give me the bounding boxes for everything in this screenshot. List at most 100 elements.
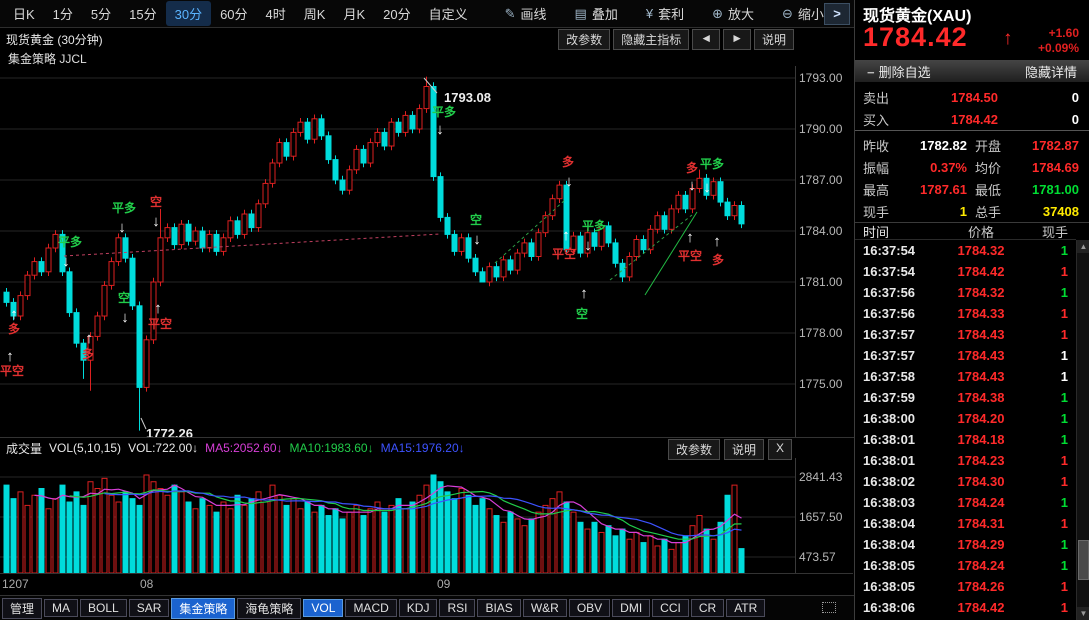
table-row[interactable]: 16:38:001784.201 — [855, 408, 1076, 429]
timeframe-20分[interactable]: 20分 — [374, 1, 419, 26]
volume-change-params-button[interactable]: 改参数 — [668, 439, 720, 460]
stat-value: 0.37% — [895, 160, 967, 175]
tab-W&R[interactable]: W&R — [523, 599, 567, 617]
timeframe-周K[interactable]: 周K — [295, 1, 335, 26]
svg-text:1793.00: 1793.00 — [799, 71, 843, 85]
table-row[interactable]: 16:38:021784.301 — [855, 471, 1076, 492]
stat-value: 1782.82 — [895, 138, 967, 153]
stat-value: 1 — [895, 204, 967, 219]
timeframe-4时[interactable]: 4时 — [257, 1, 295, 26]
trade-price: 1784.29 — [937, 537, 1025, 552]
remove-watchlist-button[interactable]: −删除自选 — [867, 62, 931, 81]
svg-text:平多: 平多 — [112, 200, 136, 215]
tab-KDJ[interactable]: KDJ — [399, 599, 438, 617]
timeframe-1分[interactable]: 1分 — [44, 1, 82, 26]
stat-value: 1784.69 — [1007, 160, 1079, 175]
table-row[interactable]: 16:37:571784.431 — [855, 345, 1076, 366]
tab-MA[interactable]: MA — [44, 599, 78, 617]
table-row[interactable]: 16:37:541784.421 — [855, 261, 1076, 282]
tab-集金策略[interactable]: 集金策略 — [171, 598, 235, 619]
stat-value: 1781.00 — [1007, 182, 1079, 197]
volume-ma5-value: MA5:2052.60↓ — [205, 441, 282, 455]
tab-CR[interactable]: CR — [691, 599, 724, 617]
svg-text:↓: ↓ — [473, 231, 481, 248]
timeframe-月K[interactable]: 月K — [334, 1, 374, 26]
volume-chart[interactable]: 2841.431657.50473.5712070809 — [0, 458, 853, 595]
table-row[interactable]: 16:37:581784.431 — [855, 366, 1076, 387]
trade-time: 16:38:06 — [855, 600, 937, 615]
tab-CCI[interactable]: CCI — [652, 599, 689, 617]
tab-管理[interactable]: 管理 — [2, 598, 42, 619]
chart-next-arrow-button[interactable]: ► — [723, 29, 751, 50]
tab-VOL[interactable]: VOL — [303, 599, 343, 617]
scroll-down-icon[interactable]: ▼ — [1077, 607, 1089, 620]
timeframe-15分[interactable]: 15分 — [120, 1, 165, 26]
tab-ATR[interactable]: ATR — [726, 599, 765, 617]
trade-price: 1784.31 — [937, 516, 1025, 531]
table-row[interactable]: 16:37:571784.431 — [855, 324, 1076, 345]
bid-ask-row: 买入1784.420 — [855, 108, 1089, 130]
tab-海龟策略[interactable]: 海龟策略 — [237, 598, 301, 619]
tool-draw-line[interactable]: ✎画线 — [495, 1, 557, 26]
table-row[interactable]: 16:38:031784.241 — [855, 492, 1076, 513]
stat-label: 最低 — [967, 180, 1007, 199]
chart-change-params-button[interactable]: 改参数 — [558, 29, 610, 50]
table-row[interactable]: 16:37:561784.321 — [855, 282, 1076, 303]
tool-arbitrage[interactable]: ¥套利 — [636, 1, 694, 26]
tab-BIAS[interactable]: BIAS — [477, 599, 520, 617]
trade-qty: 1 — [1025, 558, 1076, 573]
volume-ma10-value: MA10:1983.60↓ — [290, 441, 374, 455]
tab-SAR[interactable]: SAR — [129, 599, 170, 617]
toolbar-expand-button[interactable]: > — [824, 3, 850, 25]
table-row[interactable]: 16:38:051784.241 — [855, 555, 1076, 576]
table-row[interactable]: 16:38:041784.311 — [855, 513, 1076, 534]
price-chart[interactable]: 1793.001790.001787.001784.001781.001778.… — [0, 66, 853, 437]
volume-close-button[interactable]: X — [768, 439, 792, 460]
svg-text:1787.00: 1787.00 — [799, 173, 843, 187]
trade-qty: 1 — [1025, 306, 1076, 321]
tab-DMI[interactable]: DMI — [612, 599, 650, 617]
tool-group: ✎画线▤叠加¥套利⊕放大⊖缩小 — [487, 1, 834, 26]
timeframe-30分[interactable]: 30分 — [166, 1, 211, 26]
table-col-header: 时间 — [855, 222, 937, 239]
chart-hide-main-indicator-button[interactable]: 隐藏主指标 — [613, 29, 689, 50]
svg-text:多: 多 — [8, 321, 20, 336]
trade-time: 16:38:04 — [855, 537, 937, 552]
table-row[interactable]: 16:37:541784.321 — [855, 240, 1076, 261]
timeframe-5分[interactable]: 5分 — [82, 1, 120, 26]
bid-ask-row: 卖出1784.500 — [855, 86, 1089, 108]
table-scrollbar[interactable]: ▲ ▼ — [1076, 240, 1089, 620]
panel-layout-icon[interactable] — [822, 602, 836, 613]
table-row[interactable]: 16:38:051784.261 — [855, 576, 1076, 597]
table-row[interactable]: 16:38:011784.181 — [855, 429, 1076, 450]
tab-OBV[interactable]: OBV — [569, 599, 610, 617]
stat-label: 开盘 — [967, 136, 1007, 155]
hide-details-button[interactable]: 隐藏详情 — [1025, 62, 1077, 81]
table-row[interactable]: 16:38:011784.231 — [855, 450, 1076, 471]
tab-BOLL[interactable]: BOLL — [80, 599, 127, 617]
layers-icon: ▤ — [575, 6, 587, 22]
trade-price: 1784.24 — [937, 558, 1025, 573]
stats-grid: 昨收1782.82开盘1782.87振幅0.37%均价1784.69最高1787… — [855, 134, 1089, 223]
table-row[interactable]: 16:38:061784.421 — [855, 597, 1076, 618]
volume-help-button[interactable]: 说明 — [724, 439, 764, 460]
timeframe-日K[interactable]: 日K — [4, 1, 44, 26]
table-row[interactable]: 16:37:561784.331 — [855, 303, 1076, 324]
chart-prev-arrow-button[interactable]: ◄ — [692, 29, 720, 50]
tab-MACD[interactable]: MACD — [345, 599, 396, 617]
scroll-up-icon[interactable]: ▲ — [1077, 240, 1089, 253]
trade-qty: 1 — [1025, 327, 1076, 342]
tab-RSI[interactable]: RSI — [439, 599, 475, 617]
timeframe-60分[interactable]: 60分 — [211, 1, 256, 26]
timeframe-自定义[interactable]: 自定义 — [420, 1, 477, 26]
tool-overlay[interactable]: ▤叠加 — [565, 1, 628, 26]
table-row[interactable]: 16:38:041784.291 — [855, 534, 1076, 555]
svg-text:平空: 平空 — [552, 246, 576, 261]
stats-row: 现手1总手37408 — [855, 200, 1089, 222]
chart-help-button[interactable]: 说明 — [754, 29, 794, 50]
svg-text:平空: 平空 — [678, 248, 702, 263]
tool-zoom-in[interactable]: ⊕放大 — [702, 1, 764, 26]
svg-text:↑: ↑ — [562, 227, 570, 244]
table-row[interactable]: 16:37:591784.381 — [855, 387, 1076, 408]
scroll-thumb[interactable] — [1078, 540, 1089, 580]
